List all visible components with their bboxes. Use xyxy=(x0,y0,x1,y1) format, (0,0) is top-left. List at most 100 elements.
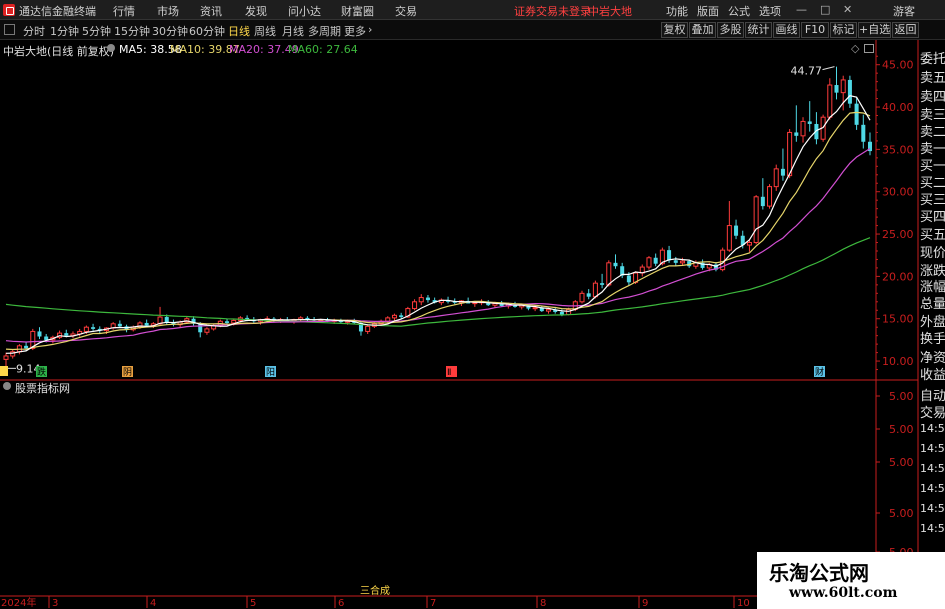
side-time-2: 14:50 xyxy=(920,442,945,455)
candle-body-up xyxy=(753,196,759,244)
menu-formula[interactable]: 公式 xyxy=(728,3,750,19)
price-tick-label: 15.00 xyxy=(882,313,914,326)
side-label-buy4: 买四 xyxy=(920,210,945,225)
event-marker-label: Ⅱ xyxy=(447,368,451,378)
event-marker-label: 阳 xyxy=(266,367,275,378)
candle-body-up xyxy=(840,79,846,94)
sub-settings-dot-icon[interactable] xyxy=(3,382,11,390)
adjust-button[interactable]: 复权 xyxy=(661,22,688,38)
candle-body-down xyxy=(834,85,839,93)
candle-body-up xyxy=(800,120,806,137)
drawing-button[interactable]: 画线 xyxy=(773,22,800,38)
side-label-entrust[interactable]: 委托 xyxy=(920,48,945,67)
current-stock-name: 中岩大地 xyxy=(588,5,632,18)
candle-body-down xyxy=(613,262,618,267)
period-multi[interactable]: 多周期 xyxy=(308,23,341,39)
candle-body-down xyxy=(91,327,96,329)
candle-body-down xyxy=(667,250,672,261)
menu-discover[interactable]: 发现 xyxy=(245,3,267,19)
menu-functions[interactable]: 功能 xyxy=(666,3,688,19)
watermark-box: 乐淘公式网 www.60lt.com xyxy=(757,552,945,609)
side-label-trade[interactable]: 交易 xyxy=(920,402,945,421)
month-label: 8 xyxy=(540,598,546,609)
price-tick-label: 10.00 xyxy=(882,355,914,368)
menu-trade[interactable]: 交易 xyxy=(395,3,417,19)
layout-toggle-icon[interactable] xyxy=(4,24,15,35)
candle-body-up xyxy=(532,307,538,310)
back-button[interactable]: 返回 xyxy=(892,22,919,38)
candle-body-down xyxy=(626,275,631,283)
menu-layout[interactable]: 版面 xyxy=(697,3,719,19)
candle-body-down xyxy=(425,297,430,301)
menu-news[interactable]: 资讯 xyxy=(200,3,222,19)
f10-button[interactable]: F10 xyxy=(801,22,829,38)
ma20-line xyxy=(5,147,871,343)
menu-quotes[interactable]: 行情 xyxy=(113,3,135,19)
period-5min[interactable]: 5分钟 xyxy=(82,23,111,39)
candle-body-up xyxy=(365,325,371,332)
menu-ask-xiaoda[interactable]: 问小达 xyxy=(288,3,321,19)
candle-body-down xyxy=(653,257,658,264)
candle-body-down xyxy=(760,196,765,207)
period-daily[interactable]: 日线 xyxy=(228,23,250,39)
candle-body-down xyxy=(144,322,149,326)
candle-body-down xyxy=(399,315,404,318)
window-minimize-button[interactable]: — xyxy=(796,3,807,16)
more-arrow-icon[interactable]: › xyxy=(368,23,372,36)
watermark-url: www.60lt.com xyxy=(789,585,898,601)
statistics-button[interactable]: 统计 xyxy=(745,22,772,38)
multi-stock-button[interactable]: 多股 xyxy=(717,22,744,38)
diamond-icon[interactable]: ◇ xyxy=(851,42,859,55)
side-label-buy5: 买五 xyxy=(920,228,945,243)
price-tick-label: 20.00 xyxy=(882,270,914,283)
max-price-label: 44.77 xyxy=(791,65,823,78)
user-guest[interactable]: 游客 xyxy=(893,3,915,19)
price-tick-label: 45.00 xyxy=(882,59,914,72)
candle-body-down xyxy=(734,225,739,236)
period-30min[interactable]: 30分钟 xyxy=(152,23,188,39)
candle-body-up xyxy=(746,242,752,246)
mark-button[interactable]: 标记 xyxy=(830,22,857,38)
candle-body-up xyxy=(83,326,89,332)
side-time-6: 14:50 xyxy=(920,522,945,535)
window-restore-icon[interactable] xyxy=(864,44,874,53)
side-time-3: 14:50 xyxy=(920,462,945,475)
year-label: 2024年 xyxy=(1,596,36,609)
candle-body-up xyxy=(646,257,652,268)
period-15min[interactable]: 15分钟 xyxy=(114,23,150,39)
price-tick-label: 40.00 xyxy=(882,101,914,114)
candle-body-down xyxy=(64,333,69,336)
add-watchlist-button[interactable]: +自选 xyxy=(858,22,891,38)
trade-login-status[interactable]: 证券交易未登录 xyxy=(514,3,591,19)
chart-title: 中岩大地(日线 前复权) xyxy=(3,45,115,58)
candle-body-down xyxy=(586,293,591,297)
period-weekly[interactable]: 周线 xyxy=(254,23,276,39)
side-label-turnover: 换手 xyxy=(920,332,945,347)
period-toolbar: 分时 1分钟 5分钟 15分钟 30分钟 60分钟 日线 周线 月线 多周期 更… xyxy=(0,20,945,40)
price-tick-label: 35.00 xyxy=(882,143,914,156)
settings-dot-icon[interactable] xyxy=(107,44,115,52)
period-more[interactable]: 更多 xyxy=(344,23,366,39)
chart-area[interactable]: 45.00 40.00 35.00 30.00 25.00 20.00 15.00 10.00… xyxy=(0,40,945,609)
menu-options[interactable]: 选项 xyxy=(759,3,781,19)
period-1min[interactable]: 1分钟 xyxy=(50,23,79,39)
kline-svg[interactable]: 45.0040.0035.0030.0025.0020.0015.0010.00… xyxy=(0,40,945,609)
window-maximize-button[interactable]: □ xyxy=(820,3,830,16)
period-intraday[interactable]: 分时 xyxy=(23,23,45,39)
menu-bar: 通达信金融终端 行情 市场 资讯 发现 问小达 财富圈 交易 证券交易未登录 中… xyxy=(0,0,945,20)
candle-body-down xyxy=(164,317,169,323)
month-label: 3 xyxy=(52,598,58,609)
side-time-5: 14:50 xyxy=(920,502,945,515)
period-monthly[interactable]: 月线 xyxy=(282,23,304,39)
candle-body-down xyxy=(807,121,812,124)
month-label: 4 xyxy=(150,598,156,609)
candle-body-up xyxy=(566,308,572,315)
sub-tick-label: 5.00 xyxy=(889,456,914,469)
candle-body-down xyxy=(559,311,564,315)
price-tick-label: 30.00 xyxy=(882,186,914,199)
menu-market[interactable]: 市场 xyxy=(157,3,179,19)
menu-wealth-circle[interactable]: 财富圈 xyxy=(341,3,374,19)
overlay-button[interactable]: 叠加 xyxy=(689,22,716,38)
period-60min[interactable]: 60分钟 xyxy=(189,23,225,39)
window-close-button[interactable]: ✕ xyxy=(843,3,852,16)
